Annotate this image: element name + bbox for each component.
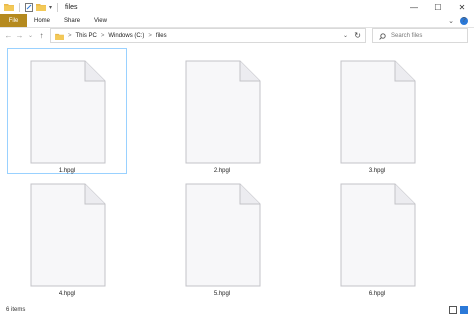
- tab-share[interactable]: Share: [57, 14, 87, 27]
- folder-icon: [55, 27, 64, 45]
- blank-document-icon: [185, 183, 261, 287]
- expand-ribbon-icon[interactable]: ⌄: [448, 17, 454, 25]
- blank-document-icon: [185, 60, 261, 164]
- details-view-icon[interactable]: [449, 305, 457, 314]
- navigation-bar: ← → ⌄ ↑ > This PC > Windows (C:) > files…: [0, 28, 474, 43]
- tab-file[interactable]: File: [0, 14, 27, 27]
- search-icon: [379, 27, 386, 45]
- title-bar: ▾ files — ☐ ✕: [0, 0, 474, 14]
- chevron-right-icon[interactable]: >: [148, 33, 152, 39]
- file-name: 4.hpgl: [58, 291, 76, 297]
- file-item[interactable]: 5.hpgl: [162, 171, 282, 297]
- chevron-right-icon[interactable]: >: [68, 33, 72, 39]
- help-icon[interactable]: ?: [460, 16, 468, 25]
- blank-document-icon: [340, 183, 416, 287]
- forward-arrow-icon[interactable]: →: [14, 31, 25, 40]
- file-item[interactable]: 4.hpgl: [7, 171, 127, 297]
- chevron-right-icon[interactable]: >: [101, 33, 105, 39]
- file-item[interactable]: 2.hpgl: [162, 48, 282, 174]
- divider: [19, 2, 20, 12]
- file-item[interactable]: 6.hpgl: [317, 171, 437, 297]
- file-list: 1.hpgl 2.hpgl 3.hpgl 4.hpgl 5.hpgl 6.hpg…: [0, 44, 474, 302]
- breadcrumb-files[interactable]: files: [156, 33, 167, 39]
- file-item[interactable]: 3.hpgl: [317, 48, 437, 174]
- quick-access-toolbar: ▾: [4, 2, 60, 12]
- blank-document-icon: [30, 60, 106, 164]
- maximize-button[interactable]: ☐: [426, 0, 450, 14]
- view-switcher: [449, 305, 468, 314]
- window-title: files: [65, 3, 78, 11]
- breadcrumb-this-pc[interactable]: This PC: [76, 33, 97, 39]
- ribbon-right: ⌄ ?: [448, 14, 468, 27]
- minimize-button[interactable]: —: [402, 0, 426, 14]
- new-folder-icon[interactable]: [36, 3, 46, 11]
- recent-locations-icon[interactable]: ⌄: [25, 32, 36, 39]
- ribbon-tabs: File Home Share View ⌄ ?: [0, 14, 474, 28]
- blank-document-icon: [340, 60, 416, 164]
- folder-icon[interactable]: [4, 3, 14, 11]
- customize-toolbar-icon[interactable]: ▾: [49, 4, 52, 11]
- up-arrow-icon[interactable]: ↑: [36, 31, 47, 40]
- large-icons-view-icon[interactable]: [460, 305, 468, 314]
- close-button[interactable]: ✕: [450, 0, 474, 14]
- item-count: 6 items: [6, 306, 26, 313]
- file-name: 6.hpgl: [368, 291, 386, 297]
- back-arrow-icon[interactable]: ←: [3, 31, 14, 40]
- status-bar: 6 items: [0, 303, 474, 316]
- window-controls: — ☐ ✕: [402, 0, 474, 14]
- properties-icon[interactable]: [25, 2, 33, 12]
- divider: [57, 2, 59, 12]
- file-name: 5.hpgl: [213, 291, 231, 297]
- address-bar[interactable]: > This PC > Windows (C:) > files ⌄ ↻: [50, 28, 366, 43]
- refresh-icon[interactable]: ↻: [354, 31, 361, 40]
- tab-home[interactable]: Home: [27, 14, 57, 27]
- search-input[interactable]: Search files: [391, 33, 422, 39]
- search-box[interactable]: Search files: [372, 28, 468, 43]
- file-item[interactable]: 1.hpgl: [7, 48, 127, 174]
- address-dropdown-icon[interactable]: ⌄: [343, 32, 348, 39]
- breadcrumb-windows-c[interactable]: Windows (C:): [108, 33, 144, 39]
- blank-document-icon: [30, 183, 106, 287]
- tab-view[interactable]: View: [87, 14, 114, 27]
